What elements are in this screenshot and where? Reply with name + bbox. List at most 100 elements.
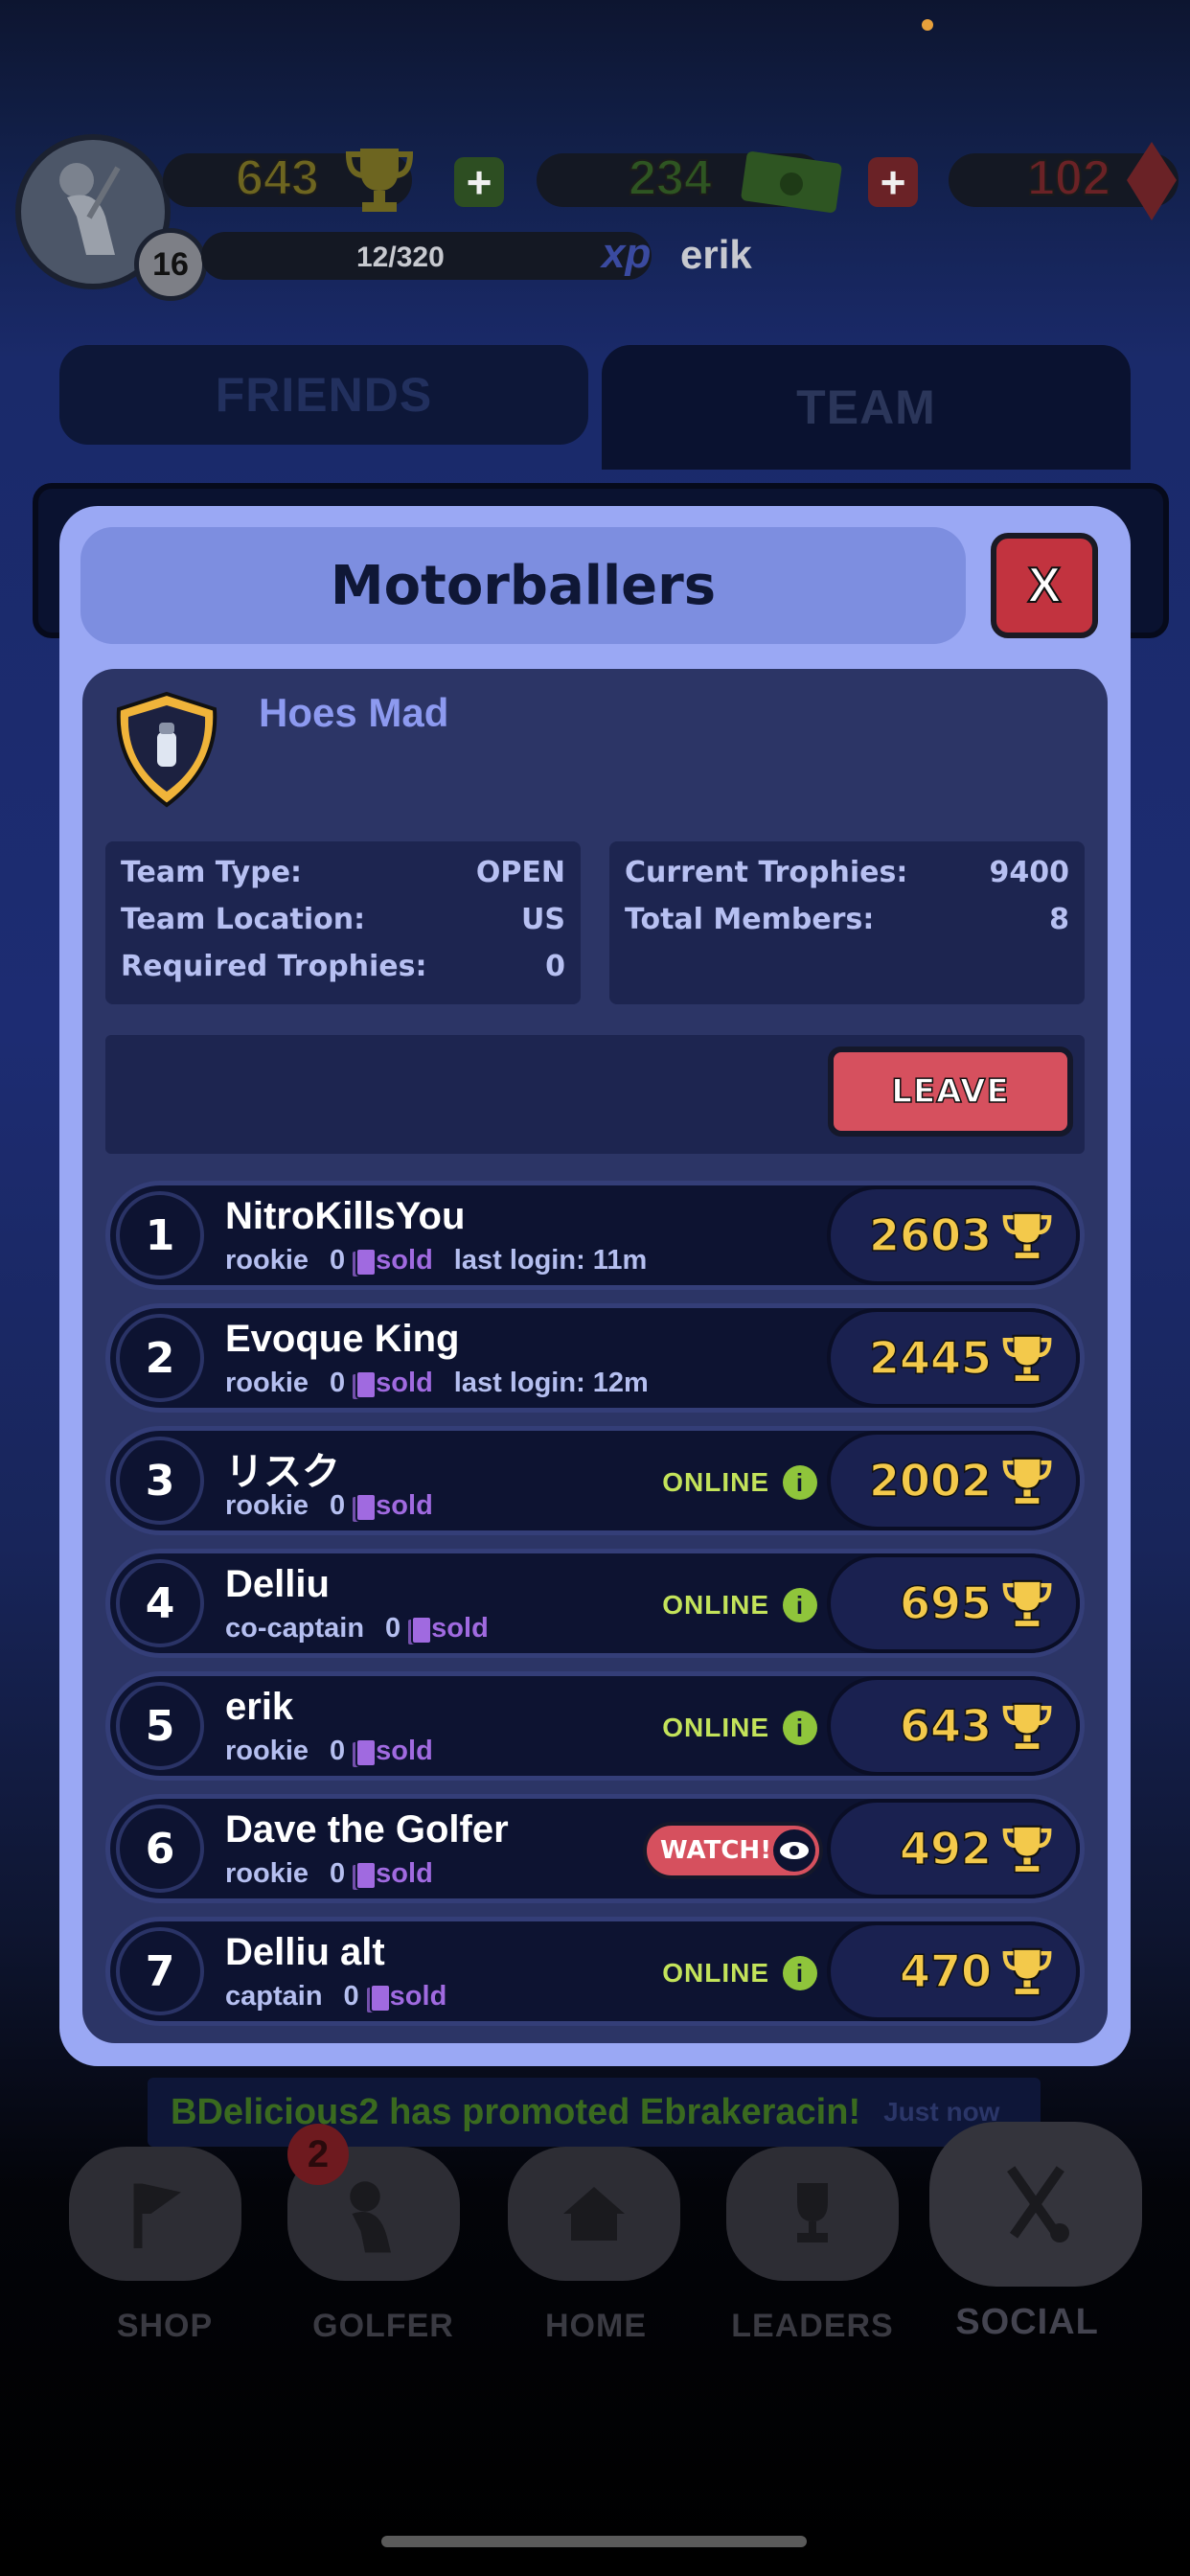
home-indicator[interactable] <box>381 2536 807 2547</box>
notification-banner: BDelicious2 has promoted Ebrakeracin! Ju… <box>148 2078 1041 2147</box>
player-meta: captain 0 sold <box>225 1981 447 2014</box>
trophy-pill: 2445 <box>827 1308 1080 1408</box>
table-row[interactable]: 7 Delliu alt captain 0 sold ONLINE i 470 <box>105 1917 1085 2026</box>
player-trophies: 2002 <box>868 1454 993 1507</box>
watch-button[interactable]: WATCH! <box>643 1822 823 1879</box>
player-meta: co-captain 0 sold <box>225 1613 489 1646</box>
trophy-count: 643 <box>235 150 320 207</box>
leave-strip: LEAVE <box>105 1035 1085 1154</box>
tab-friends[interactable]: FRIENDS <box>59 345 588 445</box>
modal-title: Motorballers <box>330 554 717 617</box>
info-row-team-location: Team Location: US <box>121 902 565 936</box>
player-role: rookie <box>225 1490 309 1521</box>
sold-label: sold <box>389 1981 447 2012</box>
table-row[interactable]: 1 NitroKillsYou rookie 0 sold last login… <box>105 1181 1085 1290</box>
nav-social-button[interactable] <box>929 2122 1142 2287</box>
leave-button[interactable]: LEAVE <box>828 1046 1073 1137</box>
nav-shop-button[interactable] <box>69 2147 241 2281</box>
trophy-icon <box>1002 1211 1052 1260</box>
info-icon[interactable]: i <box>783 1588 817 1622</box>
sold-label: sold <box>376 1736 433 1766</box>
nav-leaders-label: LEADERS <box>731 2308 894 2344</box>
last-login: last login: 12m <box>453 1368 649 1398</box>
player-trophies: 470 <box>899 1944 993 1998</box>
card-icon <box>364 1983 391 2014</box>
info-icon[interactable]: i <box>783 1465 817 1500</box>
player-role: rookie <box>225 1245 309 1276</box>
info-row-total-members: Total Members: 8 <box>625 902 1069 936</box>
cards-sold-count: 0 <box>330 1245 346 1276</box>
online-status: ONLINE i <box>662 1711 817 1745</box>
add-trophies-button[interactable]: + <box>454 157 504 207</box>
home-icon <box>563 2187 625 2241</box>
rank-number: 7 <box>116 1927 204 2015</box>
player-name[interactable]: Delliu <box>225 1563 330 1606</box>
table-row[interactable]: 4 Delliu co-captain 0 sold ONLINE i 695 <box>105 1549 1085 1658</box>
player-name[interactable]: Delliu alt <box>225 1931 385 1974</box>
rank-number: 4 <box>116 1559 204 1647</box>
golfer-icon <box>350 2181 391 2253</box>
online-status: ONLINE i <box>662 1588 817 1622</box>
cash-count: 234 <box>628 150 713 207</box>
player-meta: rookie 0 sold last login: 12m <box>225 1368 649 1401</box>
golfer-notification-badge: 2 <box>287 2124 349 2185</box>
player-name[interactable]: NitroKillsYou <box>225 1195 465 1238</box>
status-indicator-dot <box>922 19 933 31</box>
trophy-pill: 695 <box>827 1553 1080 1653</box>
card-icon <box>406 1615 433 1646</box>
info-icon[interactable]: i <box>783 1956 817 1990</box>
rank-number: 3 <box>116 1437 204 1525</box>
player-trophies: 492 <box>899 1822 993 1875</box>
player-name[interactable]: Dave the Golfer <box>225 1808 509 1852</box>
nav-home-label: HOME <box>545 2308 647 2344</box>
cards-sold-count: 0 <box>330 1858 346 1889</box>
trophy-icon <box>1002 1579 1052 1628</box>
trophy-pill: 492 <box>827 1799 1080 1898</box>
player-trophies: 695 <box>899 1576 993 1630</box>
trophy-pill: 643 <box>827 1676 1080 1776</box>
rank-number: 5 <box>116 1682 204 1770</box>
team-info-left: Team Type: OPEN Team Location: US Requir… <box>105 841 581 1004</box>
table-row[interactable]: 3 リスク rookie 0 sold ONLINE i 2002 <box>105 1426 1085 1535</box>
player-trophies: 2445 <box>868 1331 993 1385</box>
nav-home-button[interactable] <box>508 2147 680 2281</box>
modal-title-bar: Motorballers <box>80 527 966 644</box>
rank-number: 2 <box>116 1314 204 1402</box>
team-details-panel: Hoes Mad Team Type: OPEN Team Location: … <box>82 669 1108 2043</box>
crossed-clubs-icon <box>1007 2166 1069 2242</box>
close-button[interactable]: X <box>991 533 1098 638</box>
sold-label: sold <box>376 1490 433 1521</box>
card-icon <box>351 1737 378 1769</box>
player-name[interactable]: リスク <box>225 1440 340 1496</box>
gem-icon <box>1127 142 1177 220</box>
info-row-team-type: Team Type: OPEN <box>121 855 565 889</box>
add-cash-button[interactable]: + <box>868 157 918 207</box>
trophy-pill: 2002 <box>827 1431 1080 1530</box>
cash-icon <box>741 151 842 213</box>
player-name[interactable]: Evoque King <box>225 1318 459 1361</box>
trophy-pill: 2603 <box>827 1185 1080 1285</box>
player-name[interactable]: erik <box>225 1686 293 1729</box>
player-meta: rookie 0 sold <box>225 1736 433 1769</box>
nav-leaders-button[interactable] <box>726 2147 899 2281</box>
table-row[interactable]: 2 Evoque King rookie 0 sold last login: … <box>105 1303 1085 1413</box>
card-icon <box>351 1369 378 1401</box>
card-icon <box>351 1860 378 1892</box>
table-row[interactable]: 6 Dave the Golfer rookie 0 sold WATCH! 4… <box>105 1794 1085 1903</box>
team-shield-badge-icon <box>116 691 217 808</box>
trophy-icon <box>1002 1457 1052 1506</box>
player-role: rookie <box>225 1736 309 1766</box>
player-role: rookie <box>225 1858 309 1889</box>
tab-team[interactable]: TEAM <box>602 345 1131 470</box>
info-icon[interactable]: i <box>783 1711 817 1745</box>
notification-message: BDelicious2 has promoted Ebrakeracin! <box>171 2091 861 2132</box>
table-row[interactable]: 5 erik rookie 0 sold ONLINE i 643 <box>105 1671 1085 1781</box>
player-trophies: 643 <box>899 1699 993 1753</box>
player-trophies: 2603 <box>868 1208 993 1262</box>
trophy-pill: 470 <box>827 1921 1080 2021</box>
cards-sold-count: 0 <box>343 1981 359 2012</box>
flag-icon <box>133 2183 181 2248</box>
player-role: co-captain <box>225 1613 365 1644</box>
player-meta: rookie 0 sold last login: 11m <box>225 1245 647 1278</box>
nav-social-label: SOCIAL <box>955 2302 1099 2342</box>
